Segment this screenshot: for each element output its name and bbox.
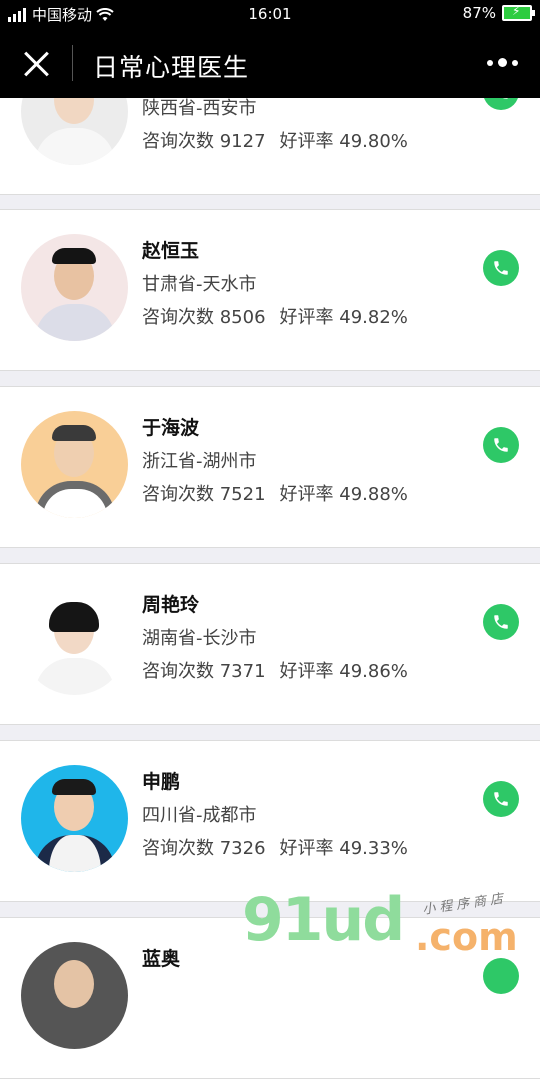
consult-label: 咨询次数 — [142, 484, 214, 505]
doctor-card[interactable]: 周艳玲 湖南省-长沙市 咨询次数 7371 好评率 49.86% — [0, 563, 540, 725]
doctor-name: 于海波 — [142, 417, 200, 439]
phone-icon — [494, 261, 508, 275]
status-bar: 中国移动 16:01 87% ⚡ — [0, 0, 540, 28]
watermark-suffix: .com — [415, 915, 518, 959]
consult-label: 咨询次数 — [142, 661, 214, 682]
doctor-name: 蓝奥 — [142, 948, 181, 970]
rating-label: 好评率 — [279, 307, 334, 328]
doctor-card[interactable]: 赵恒玉 甘肃省-天水市 咨询次数 8506 好评率 49.82% — [0, 209, 540, 371]
doctor-location: 四川省-成都市 — [142, 805, 257, 826]
doctor-name: 周艳玲 — [142, 594, 200, 616]
consult-count: 9127 — [219, 131, 266, 152]
clock: 16:01 — [248, 5, 292, 23]
rating-value: 49.82% — [339, 307, 408, 328]
doctor-location: 甘肃省-天水市 — [142, 274, 257, 295]
call-button[interactable] — [483, 781, 519, 817]
call-button[interactable] — [483, 958, 519, 994]
rating-label: 好评率 — [279, 131, 334, 152]
page-title: 日常心理医生 — [93, 53, 250, 82]
doctor-stats: 咨询次数 7371 好评率 49.86% — [142, 657, 408, 683]
rating-value: 49.80% — [339, 131, 408, 152]
doctor-card[interactable]: 申鹏 四川省-成都市 咨询次数 7326 好评率 49.33% — [0, 740, 540, 902]
watermark-subtitle: 小程序商店 — [421, 891, 508, 918]
doctor-name: 申鹏 — [142, 771, 181, 793]
phone-icon — [494, 792, 508, 806]
doctor-name: 赵恒玉 — [142, 240, 200, 262]
doctor-stats: 咨询次数 9127 好评率 49.80% — [142, 127, 408, 153]
consult-count: 7521 — [219, 484, 266, 505]
nav-divider — [72, 45, 73, 81]
avatar — [21, 765, 128, 872]
rating-label: 好评率 — [279, 661, 334, 682]
consult-count: 7371 — [219, 661, 266, 682]
consult-label: 咨询次数 — [142, 838, 214, 859]
call-button[interactable] — [483, 604, 519, 640]
rating-label: 好评率 — [279, 484, 334, 505]
close-icon[interactable] — [22, 50, 50, 78]
doctor-location: 浙江省-湖州市 — [142, 451, 257, 472]
watermark: 91ud .com 小程序商店 — [240, 885, 540, 960]
doctor-location: 湖南省-长沙市 — [142, 628, 257, 649]
avatar — [21, 411, 128, 518]
avatar — [21, 942, 128, 1049]
call-button[interactable] — [483, 250, 519, 286]
watermark-main: 91ud — [242, 885, 405, 955]
phone-icon — [494, 438, 508, 452]
more-icon[interactable] — [487, 58, 518, 67]
battery-level: 87% — [462, 4, 496, 22]
avatar — [21, 588, 128, 695]
rating-value: 49.86% — [339, 661, 408, 682]
nav-bar: 日常心理医生 — [0, 28, 540, 98]
doctor-stats: 咨询次数 8506 好评率 49.82% — [142, 303, 408, 329]
phone-icon — [494, 615, 508, 629]
rating-value: 49.33% — [339, 838, 408, 859]
battery-icon: ⚡ — [502, 4, 535, 21]
rating-label: 好评率 — [279, 838, 334, 859]
consult-label: 咨询次数 — [142, 307, 214, 328]
doctor-stats: 咨询次数 7521 好评率 49.88% — [142, 480, 408, 506]
consult-count: 8506 — [219, 307, 266, 328]
doctor-card[interactable]: 于海波 浙江省-湖州市 咨询次数 7521 好评率 49.88% — [0, 386, 540, 548]
consult-count: 7326 — [219, 838, 266, 859]
doctor-stats: 咨询次数 7326 好评率 49.33% — [142, 834, 408, 860]
call-button[interactable] — [483, 427, 519, 463]
avatar — [21, 234, 128, 341]
consult-label: 咨询次数 — [142, 131, 214, 152]
rating-value: 49.88% — [339, 484, 408, 505]
